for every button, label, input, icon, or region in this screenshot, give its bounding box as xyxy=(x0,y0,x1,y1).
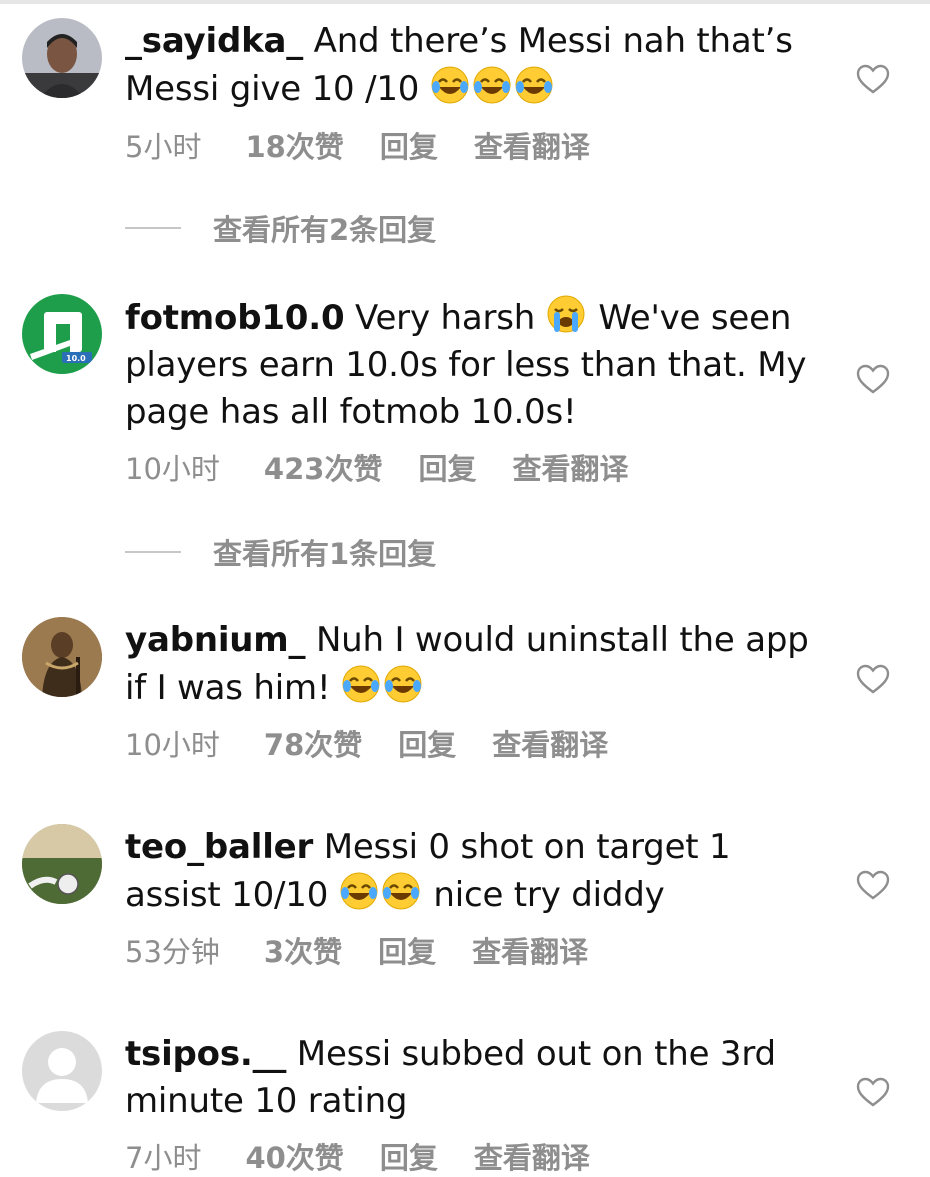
replies-divider xyxy=(125,227,181,229)
heart-icon[interactable] xyxy=(856,870,890,900)
likes-count[interactable]: 18次赞 xyxy=(245,124,343,166)
comment-text: yabnium_ Nuh I would uninstall the app i… xyxy=(125,617,825,712)
heart-icon[interactable] xyxy=(856,364,890,394)
laugh-emoji-icon xyxy=(342,665,380,703)
comment-text: _sayidka_ And there’s Messi nah that’s M… xyxy=(125,18,825,113)
heart-icon[interactable] xyxy=(856,64,890,94)
avatar[interactable] xyxy=(22,1031,102,1111)
reply-button[interactable]: 回复 xyxy=(398,722,456,764)
top-divider xyxy=(0,0,930,4)
laugh-emoji-icon xyxy=(473,66,511,104)
comment-time: 10小时 xyxy=(125,728,220,762)
comment-username[interactable]: yabnium_ xyxy=(125,620,306,660)
avatar-badge-text: 10.0 xyxy=(66,354,86,363)
comment-time: 53分钟 xyxy=(125,935,220,969)
avatar[interactable] xyxy=(22,18,102,98)
view-replies-link[interactable]: 查看所有1条回复 xyxy=(125,532,436,572)
avatar[interactable] xyxy=(22,824,102,904)
reply-button[interactable]: 回复 xyxy=(418,446,476,488)
comment-time: 7小时 xyxy=(125,1141,202,1175)
comment-text: teo_baller Messi 0 shot on target 1 assi… xyxy=(125,824,825,919)
translate-button[interactable]: 查看翻译 xyxy=(474,124,590,166)
translate-button[interactable]: 查看翻译 xyxy=(474,1135,590,1177)
comment-text: tsipos.__ Messi subbed out on the 3rd mi… xyxy=(125,1031,825,1125)
translate-button[interactable]: 查看翻译 xyxy=(492,722,608,764)
replies-divider xyxy=(125,551,181,553)
comment-body: Very harsh xyxy=(344,298,546,338)
comment-text: fotmob10.0 Very harsh We've seen players… xyxy=(125,294,825,436)
view-replies-label: 查看所有2条回复 xyxy=(213,213,437,247)
laugh-emoji-icon xyxy=(340,872,378,910)
likes-count[interactable]: 423次赞 xyxy=(264,446,383,488)
view-replies-label: 查看所有1条回复 xyxy=(213,537,437,571)
cry-emoji-icon xyxy=(547,295,585,333)
reply-button[interactable]: 回复 xyxy=(378,929,436,971)
comment-meta: 7小时 40次赞 回复 查看翻译 xyxy=(125,1135,590,1177)
comment-username[interactable]: _sayidka_ xyxy=(125,21,303,61)
heart-icon[interactable] xyxy=(856,664,890,694)
comment-username[interactable]: fotmob10.0 xyxy=(125,298,345,338)
comment-username[interactable]: teo_baller xyxy=(125,827,313,867)
likes-count[interactable]: 40次赞 xyxy=(245,1135,343,1177)
laugh-emoji-icon xyxy=(515,66,553,104)
translate-button[interactable]: 查看翻译 xyxy=(472,929,588,971)
comment-meta: 10小时 78次赞 回复 查看翻译 xyxy=(125,722,608,764)
comment-body-continued: nice try diddy xyxy=(422,875,665,915)
comment-meta: 5小时 18次赞 回复 查看翻译 xyxy=(125,124,590,166)
comment-time: 5小时 xyxy=(125,130,202,164)
reply-button[interactable]: 回复 xyxy=(380,1135,438,1177)
reply-button[interactable]: 回复 xyxy=(380,124,438,166)
avatar[interactable] xyxy=(22,617,102,697)
heart-icon[interactable] xyxy=(856,1077,890,1107)
comment-meta: 10小时 423次赞 回复 查看翻译 xyxy=(125,446,628,488)
laugh-emoji-icon xyxy=(382,872,420,910)
view-replies-link[interactable]: 查看所有2条回复 xyxy=(125,208,436,248)
comment-username[interactable]: tsipos.__ xyxy=(125,1034,286,1074)
comment-meta: 53分钟 3次赞 回复 查看翻译 xyxy=(125,929,588,971)
translate-button[interactable]: 查看翻译 xyxy=(512,446,628,488)
comment-time: 10小时 xyxy=(125,452,220,486)
laugh-emoji-icon xyxy=(431,66,469,104)
likes-count[interactable]: 3次赞 xyxy=(264,929,342,971)
likes-count[interactable]: 78次赞 xyxy=(264,722,362,764)
laugh-emoji-icon xyxy=(384,665,422,703)
avatar[interactable]: 10.0 xyxy=(22,294,102,374)
